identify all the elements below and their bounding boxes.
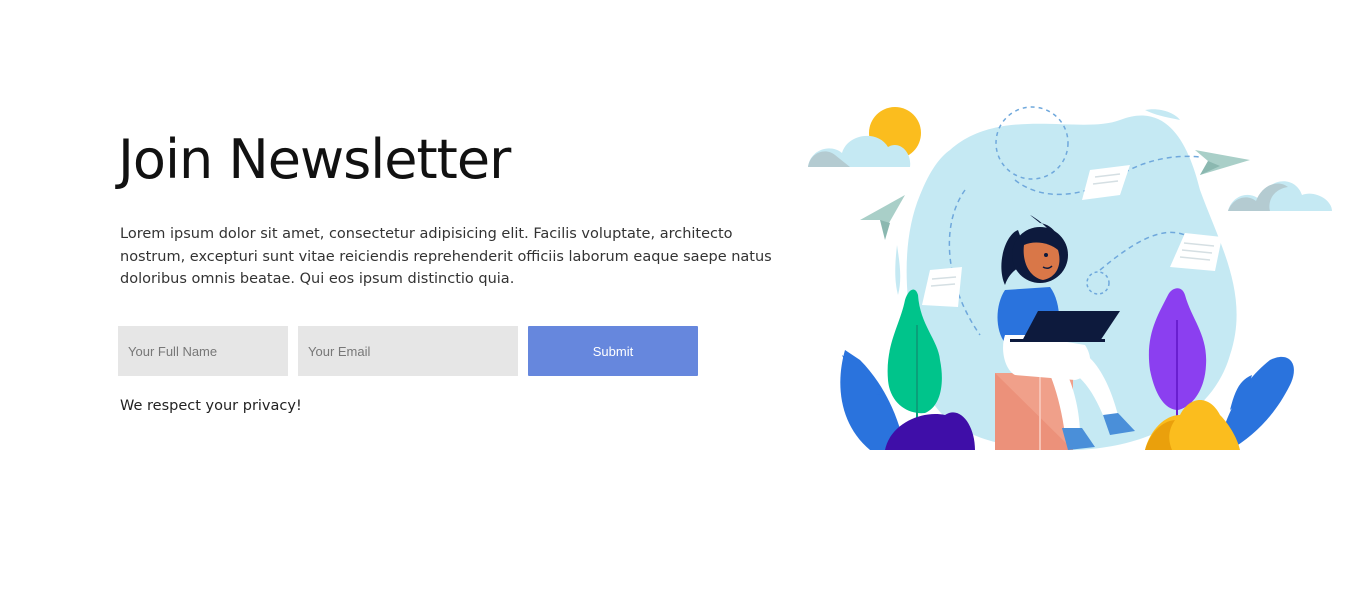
submit-button[interactable]: Submit xyxy=(528,326,698,376)
full-name-input[interactable] xyxy=(118,326,288,376)
plant-purple-dark xyxy=(885,412,975,450)
newsletter-text-block: Join Newsletter Lorem ipsum dolor sit am… xyxy=(118,125,778,291)
email-input[interactable] xyxy=(298,326,518,376)
newsletter-description: Lorem ipsum dolor sit amet, consectetur … xyxy=(120,226,772,287)
newsletter-illustration xyxy=(808,106,1332,450)
privacy-note: We respect your privacy! xyxy=(120,398,302,414)
newsletter-page: Join Newsletter Lorem ipsum dolor sit am… xyxy=(0,0,1366,614)
page-title: Join Newsletter xyxy=(118,128,511,191)
